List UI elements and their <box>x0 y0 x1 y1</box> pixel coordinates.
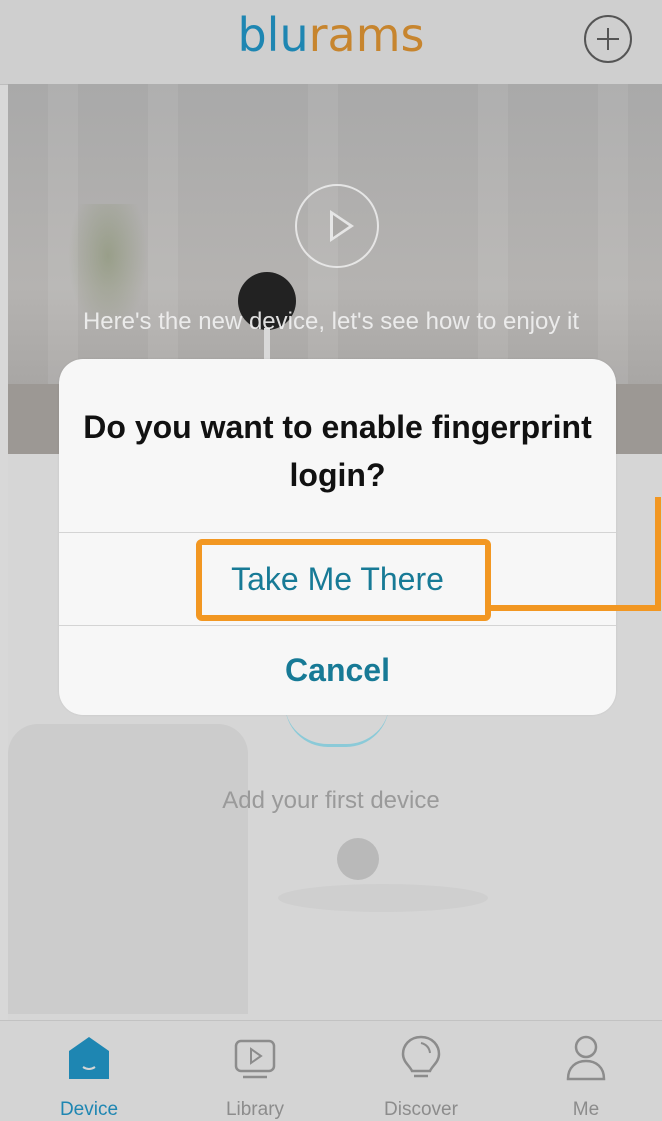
highlight-box <box>196 539 491 621</box>
highlight-connector <box>655 497 661 611</box>
cancel-button[interactable]: Cancel <box>59 626 616 715</box>
fingerprint-dialog: Do you want to enable fingerprint login?… <box>59 359 616 715</box>
highlight-connector <box>491 605 661 611</box>
dialog-title: Do you want to enable fingerprint login? <box>83 409 592 493</box>
